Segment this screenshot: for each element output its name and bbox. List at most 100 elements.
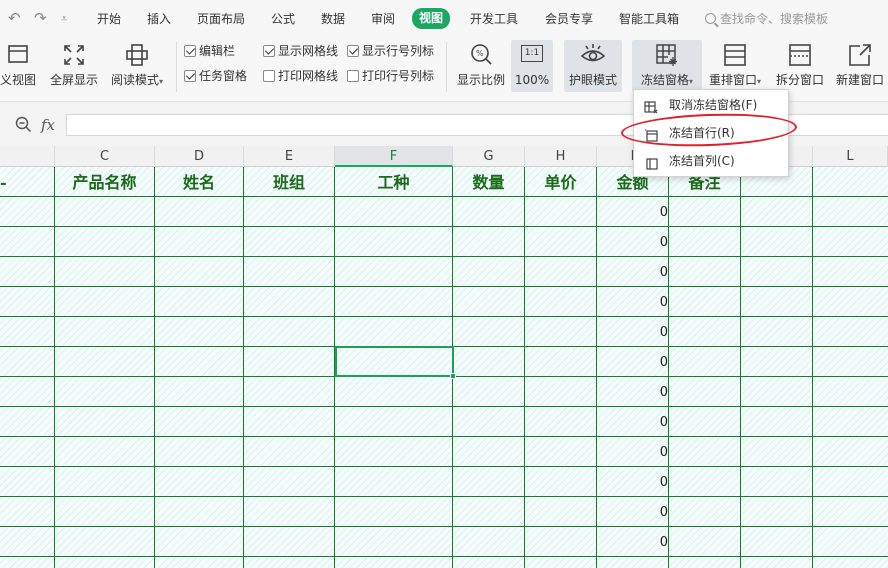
- grid-line: [0, 466, 888, 467]
- tab-formula[interactable]: 公式: [271, 9, 295, 29]
- tab-review[interactable]: 审阅: [371, 9, 395, 29]
- tab-developer[interactable]: 开发工具: [470, 9, 518, 29]
- checkbox-print-headings[interactable]: 打印行号列标: [347, 68, 434, 84]
- freeze-panes-label: 冻结窗格▾: [632, 72, 702, 90]
- fullscreen-label: 全屏显示: [49, 73, 98, 87]
- eye-protection-button[interactable]: 护眼模式: [564, 40, 622, 92]
- checkbox-show-headings[interactable]: 显示行号列标: [347, 43, 434, 59]
- column-header-e[interactable]: E: [244, 146, 335, 167]
- command-search[interactable]: 查找命令、搜索模板: [705, 9, 828, 29]
- new-window-button[interactable]: 新建窗口: [832, 40, 888, 92]
- checkbox-label: 显示网格线: [278, 44, 339, 58]
- grid-line: [668, 167, 669, 568]
- checkbox-checked-icon[interactable]: [263, 45, 275, 57]
- checkbox-print-gridlines[interactable]: 打印网格线: [263, 68, 338, 84]
- checkbox-formula-bar[interactable]: 编辑栏: [184, 43, 235, 59]
- fullscreen-button[interactable]: 全屏显示: [48, 40, 100, 92]
- checkbox-checked-icon[interactable]: [184, 70, 196, 82]
- header-cell-job-type[interactable]: 工种: [335, 170, 452, 196]
- function-icon[interactable]: fx: [41, 116, 55, 134]
- column-header-d[interactable]: D: [155, 146, 244, 167]
- search-icon: [705, 13, 716, 24]
- column-header-l[interactable]: L: [813, 146, 888, 167]
- grid-line: [243, 167, 244, 568]
- chevron-down-icon[interactable]: ▾: [689, 77, 693, 86]
- customize-icon[interactable]: ⩡: [61, 10, 67, 28]
- amount-cell[interactable]: 0: [600, 473, 668, 493]
- custom-view-icon: [5, 42, 31, 68]
- amount-cell[interactable]: 0: [600, 413, 668, 433]
- column-header-g[interactable]: G: [453, 146, 525, 167]
- checkbox-checked-icon[interactable]: [347, 45, 359, 57]
- amount-cell[interactable]: 0: [600, 233, 668, 253]
- one-to-one-icon: 1:1: [519, 42, 545, 68]
- checkbox-task-pane[interactable]: 任务窗格: [184, 68, 247, 84]
- ribbon-divider: [446, 42, 447, 92]
- custom-view-button[interactable]: 义视图: [0, 40, 42, 92]
- grid-line: [0, 196, 888, 197]
- arrange-windows-button[interactable]: 重排窗口▾: [704, 40, 766, 92]
- header-cell[interactable]: -: [0, 170, 54, 196]
- redo-icon[interactable]: ↷: [34, 9, 47, 27]
- freeze-panes-button[interactable]: 冻结窗格▾: [632, 40, 702, 92]
- zoom-icon: %: [468, 42, 494, 68]
- arrange-windows-text: 重排窗口: [708, 73, 757, 87]
- column-header-h[interactable]: H: [525, 146, 597, 167]
- amount-cell[interactable]: 0: [600, 503, 668, 523]
- new-window-icon: [847, 42, 873, 68]
- amount-cell[interactable]: 0: [600, 533, 668, 553]
- column-header-c[interactable]: C: [55, 146, 155, 167]
- amount-cell[interactable]: 0: [600, 443, 668, 463]
- chevron-down-icon[interactable]: ▾: [159, 77, 163, 86]
- split-window-button[interactable]: 拆分窗口: [772, 40, 828, 92]
- zoom-100-button[interactable]: 1:1 100%: [511, 40, 553, 92]
- freeze-column-icon: [644, 154, 658, 170]
- checkbox-show-gridlines[interactable]: 显示网格线: [263, 43, 338, 59]
- zoom-100-label: 100%: [514, 73, 550, 87]
- arrange-windows-label: 重排窗口▾: [704, 72, 766, 90]
- chevron-down-icon[interactable]: ▾: [757, 77, 761, 86]
- grid-line: [0, 556, 888, 557]
- zoom-in-icon[interactable]: [15, 116, 32, 136]
- tab-view[interactable]: 视图: [412, 8, 451, 29]
- fill-handle[interactable]: [450, 373, 456, 379]
- tab-member[interactable]: 会员专享: [545, 9, 593, 29]
- undo-icon[interactable]: ↶: [8, 9, 21, 27]
- amount-cell[interactable]: 0: [600, 353, 668, 373]
- checkbox-unchecked-icon[interactable]: [263, 70, 275, 82]
- checkbox-unchecked-icon[interactable]: [347, 70, 359, 82]
- amount-cell[interactable]: 0: [600, 203, 668, 223]
- tab-home[interactable]: 开始: [97, 9, 121, 29]
- amount-cell[interactable]: 0: [600, 323, 668, 343]
- grid-line: [0, 286, 888, 287]
- column-header-b[interactable]: [0, 146, 55, 167]
- amount-cell[interactable]: 0: [600, 383, 668, 403]
- grid-line: [0, 406, 888, 407]
- header-cell-unit-price[interactable]: 单价: [525, 170, 596, 196]
- header-cell-quantity[interactable]: 数量: [453, 170, 524, 196]
- amount-cell[interactable]: 0: [600, 293, 668, 313]
- tab-insert[interactable]: 插入: [147, 9, 171, 29]
- reading-mode-button[interactable]: 阅读模式▾: [106, 40, 168, 92]
- checkbox-checked-icon[interactable]: [184, 45, 196, 57]
- header-cell-product-name[interactable]: 产品名称: [55, 170, 154, 196]
- menu-item-freeze-first-column[interactable]: 冻结首列(C): [634, 148, 788, 174]
- split-window-icon: [787, 42, 813, 68]
- grid-line: [154, 167, 155, 568]
- column-header-f[interactable]: F: [335, 146, 453, 167]
- amount-cell[interactable]: 0: [600, 263, 668, 283]
- tab-data[interactable]: 数据: [321, 9, 345, 29]
- checkbox-label: 打印网格线: [278, 69, 339, 83]
- menu-bar: ↶ ↷ ⩡ 开始 插入 页面布局 公式 数据 审阅 视图 开发工具 会员专享 智…: [0, 0, 888, 36]
- tab-page-layout[interactable]: 页面布局: [197, 9, 245, 29]
- zoom-ratio-button[interactable]: % 显示比例: [454, 40, 508, 92]
- header-cell-team[interactable]: 班组: [244, 170, 334, 196]
- eye-icon: [580, 42, 606, 68]
- header-cell-name[interactable]: 姓名: [155, 170, 243, 196]
- grid-line: [740, 167, 741, 568]
- reading-mode-text: 阅读模式: [110, 73, 159, 87]
- grid-line: [0, 256, 888, 257]
- active-cell[interactable]: [335, 346, 456, 379]
- tab-smart-toolbox[interactable]: 智能工具箱: [619, 9, 679, 29]
- grid-line: [596, 167, 597, 568]
